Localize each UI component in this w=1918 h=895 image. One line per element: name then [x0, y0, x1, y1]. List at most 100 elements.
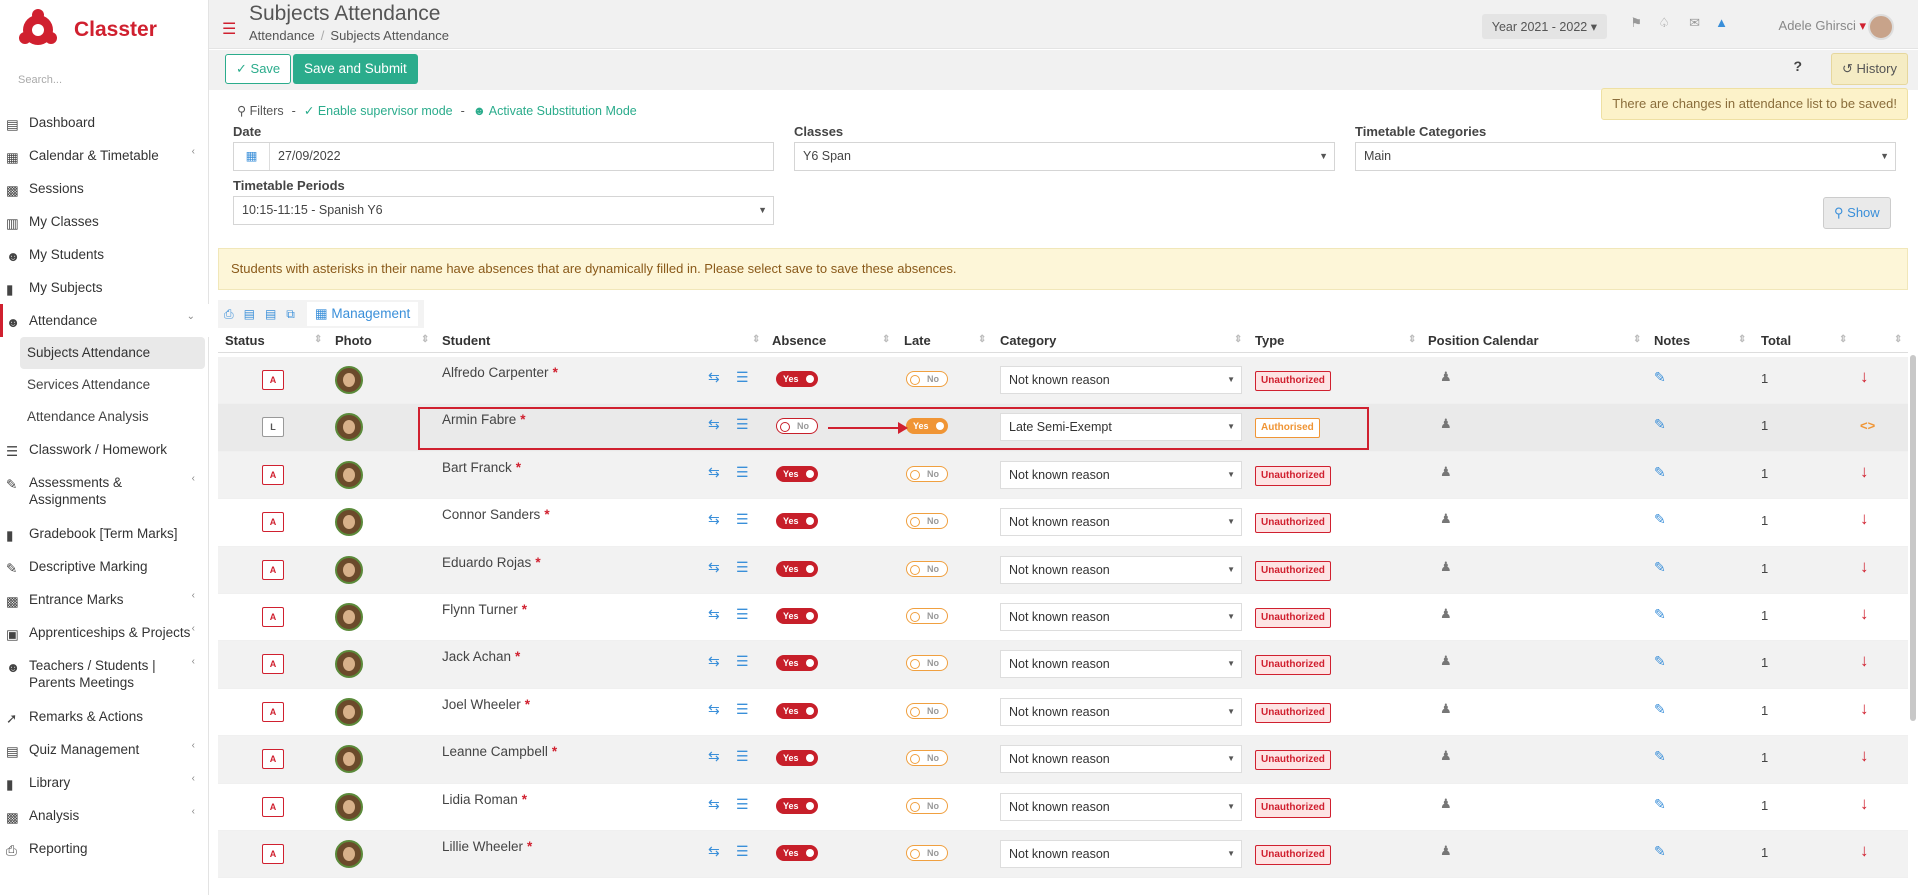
position-calendar-icon[interactable]: ♟ [1440, 653, 1452, 669]
late-toggle[interactable]: No [906, 465, 948, 482]
sidebar-search-input[interactable]: Search... [18, 74, 62, 86]
col-absence[interactable]: Absence [772, 333, 826, 348]
save-button[interactable]: ✓ Save [225, 54, 292, 84]
arrow-down-icon[interactable]: ↓ [1860, 651, 1869, 671]
year-selector[interactable]: Year 2021 - 2022 ▾ [1481, 14, 1607, 39]
history-button[interactable]: ↺ History [1831, 53, 1908, 85]
sort-icon[interactable]: ⇕ [1633, 334, 1641, 345]
sort-icon[interactable]: ⇕ [1234, 334, 1242, 345]
status-badge[interactable]: L [262, 417, 284, 438]
status-badge[interactable]: A [262, 749, 284, 770]
help-button[interactable]: ? [1793, 58, 1802, 74]
sidebar-item-reporting[interactable]: ⎙ Reporting [0, 832, 209, 865]
arrow-down-icon[interactable]: ↓ [1860, 462, 1869, 482]
flag-icon[interactable]: ⚑ [1630, 15, 1642, 31]
show-button[interactable]: ⚲ Show [1823, 197, 1891, 229]
student-name[interactable]: Jack Achan * [442, 649, 520, 664]
status-badge[interactable]: A [262, 796, 284, 817]
col-student[interactable]: Student [442, 333, 490, 348]
sort-icon[interactable]: ⇕ [1408, 334, 1416, 345]
position-calendar-icon[interactable]: ♟ [1440, 511, 1452, 527]
status-badge[interactable]: A [262, 559, 284, 580]
sidebar-item-classwork-homework[interactable]: ☰ Classwork / Homework [0, 433, 209, 466]
shuffle-icon[interactable]: ⇆ [708, 606, 720, 623]
student-name[interactable]: Joel Wheeler * [442, 697, 530, 712]
sort-icon[interactable]: ⇕ [1839, 334, 1847, 345]
sort-icon[interactable]: ⇕ [882, 334, 890, 345]
col-total[interactable]: Total [1761, 333, 1791, 348]
shuffle-icon[interactable]: ⇆ [708, 843, 720, 860]
sidebar-item-gradebook-term-marks[interactable]: ▮ Gradebook [Term Marks] [0, 517, 209, 550]
filters-toggle[interactable]: ⚲ Filters [237, 103, 284, 118]
arrow-down-icon[interactable]: ↓ [1860, 557, 1869, 577]
sidebar-item-quiz-management[interactable]: ▤ Quiz Management ‹ [0, 733, 209, 766]
category-select[interactable]: Not known reason ▼ [1000, 460, 1242, 489]
position-calendar-icon[interactable]: ♟ [1440, 748, 1452, 764]
absence-toggle[interactable]: Yes [776, 844, 818, 861]
position-calendar-icon[interactable]: ♟ [1440, 559, 1452, 575]
management-tab[interactable]: ▦ Management [306, 302, 419, 326]
enable-supervisor-link[interactable]: ✓ Enable supervisor mode [304, 103, 453, 118]
sidebar-item-attendance[interactable]: ☻ Attendance ⌄ [0, 304, 209, 337]
calendar-icon[interactable]: ▦ [234, 143, 270, 170]
notes-edit-icon[interactable]: ✎ [1654, 416, 1666, 433]
notes-edit-icon[interactable]: ✎ [1654, 748, 1666, 765]
code-icon[interactable]: <> [1860, 418, 1875, 433]
sidebar-subitem-subjects-attendance[interactable]: Subjects Attendance [20, 337, 205, 369]
late-toggle[interactable]: No [906, 513, 948, 530]
status-badge[interactable]: A [262, 606, 284, 627]
category-select[interactable]: Not known reason ▼ [1000, 745, 1242, 774]
student-name[interactable]: Bart Franck * [442, 460, 521, 475]
list-icon[interactable]: ☰ [736, 748, 749, 765]
shuffle-icon[interactable]: ⇆ [708, 559, 720, 576]
position-calendar-icon[interactable]: ♟ [1440, 464, 1452, 480]
sort-icon[interactable]: ⇕ [1738, 334, 1746, 345]
position-calendar-icon[interactable]: ♟ [1440, 606, 1452, 622]
sidebar-item-sessions[interactable]: ▩ Sessions [0, 172, 209, 205]
student-name[interactable]: Leanne Campbell * [442, 744, 557, 759]
sidebar-subitem-attendance-analysis[interactable]: Attendance Analysis [0, 401, 209, 433]
col-notes[interactable]: Notes [1654, 333, 1690, 348]
notes-edit-icon[interactable]: ✎ [1654, 559, 1666, 576]
arrow-down-icon[interactable]: ↓ [1860, 509, 1869, 529]
hamburger-menu-icon[interactable]: ☰ [222, 19, 236, 39]
list-icon[interactable]: ☰ [736, 843, 749, 860]
category-select[interactable]: Not known reason ▼ [1000, 792, 1242, 821]
col-photo[interactable]: Photo [335, 333, 372, 348]
absence-toggle[interactable]: Yes [776, 655, 818, 672]
category-select[interactable]: Not known reason ▼ [1000, 839, 1242, 868]
notes-edit-icon[interactable]: ✎ [1654, 701, 1666, 718]
user-avatar[interactable] [1868, 14, 1894, 40]
notes-edit-icon[interactable]: ✎ [1654, 843, 1666, 860]
sidebar-item-my-classes[interactable]: ▥ My Classes [0, 205, 209, 238]
shuffle-icon[interactable]: ⇆ [708, 748, 720, 765]
shuffle-icon[interactable]: ⇆ [708, 369, 720, 386]
sidebar-item-descriptive-marking[interactable]: ✎ Descriptive Marking [0, 550, 209, 583]
timetable-categories-select[interactable]: Main ▼ [1355, 142, 1896, 171]
sidebar-item-analysis[interactable]: ▩ Analysis ‹ [0, 799, 209, 832]
late-toggle[interactable]: No [906, 702, 948, 719]
user-menu[interactable]: Adele Ghirsci ▾ [1779, 18, 1866, 34]
substitution-mode-link[interactable]: ☻ Activate Substitution Mode [473, 104, 637, 118]
position-calendar-icon[interactable]: ♟ [1440, 416, 1452, 432]
category-select[interactable]: Not known reason ▼ [1000, 650, 1242, 679]
absence-toggle[interactable]: Yes [776, 560, 818, 577]
col-status[interactable]: Status [225, 333, 265, 348]
col-position-calendar[interactable]: Position Calendar [1428, 333, 1539, 348]
status-badge[interactable]: A [262, 843, 284, 864]
sidebar-item-dashboard[interactable]: ▤ Dashboard [0, 106, 209, 139]
category-select[interactable]: Not known reason ▼ [1000, 366, 1242, 394]
arrow-down-icon[interactable]: ↓ [1860, 746, 1869, 766]
absence-toggle[interactable]: Yes [776, 797, 818, 814]
list-icon[interactable]: ☰ [736, 701, 749, 718]
student-name[interactable]: Lidia Roman * [442, 792, 527, 807]
sidebar-item-entrance-marks[interactable]: ▩ Entrance Marks ‹ [0, 583, 209, 616]
status-badge[interactable]: A [262, 701, 284, 722]
category-select[interactable]: Not known reason ▼ [1000, 697, 1242, 726]
status-badge[interactable]: A [262, 370, 284, 390]
list-icon[interactable]: ☰ [736, 511, 749, 528]
sidebar-item-my-students[interactable]: ☻ My Students [0, 238, 209, 271]
position-calendar-icon[interactable]: ♟ [1440, 843, 1452, 859]
arrow-down-icon[interactable]: ↓ [1860, 367, 1869, 387]
export-pdf-icon[interactable]: ▤ [265, 307, 276, 321]
